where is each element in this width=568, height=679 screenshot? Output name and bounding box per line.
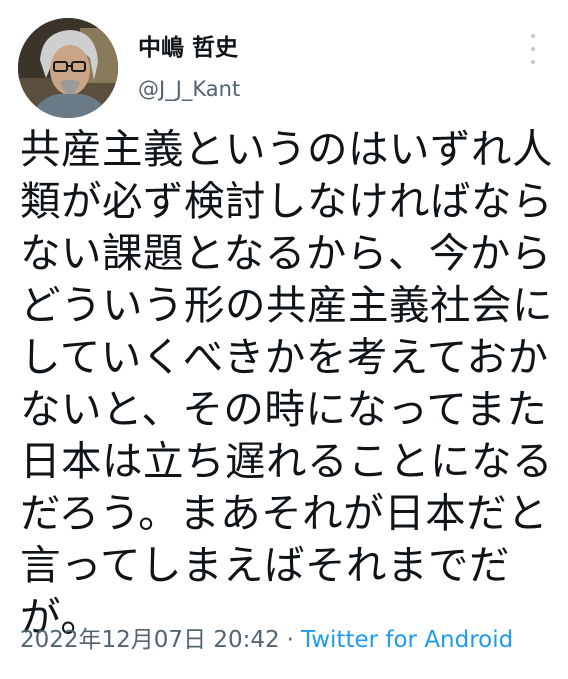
tweet-text-line: どういう形の共産主義社会に bbox=[20, 281, 553, 329]
avatar-image bbox=[18, 18, 118, 118]
tweet-text: 共産主義というのはいずれ人 類が必ず検討しなければなら ない課題となるから、今か… bbox=[20, 123, 560, 643]
tweet-text-line: ない課題となるから、今から bbox=[20, 229, 552, 277]
tweet-text-line: 共産主義というのはいずれ人 bbox=[20, 125, 553, 173]
meta-separator: · bbox=[286, 627, 294, 653]
tweet-text-line: 類が必ず検討しなければなら bbox=[20, 177, 553, 225]
tweet-card: 中嶋 哲史 @J_J_Kant 共産主義というのはいずれ人 類が必ず検討しなけれ… bbox=[0, 0, 568, 679]
tweet-text-line: だろう。まあそれが日本だと bbox=[20, 489, 549, 537]
tweet-text-line: ないと、その時になってまた bbox=[20, 385, 548, 433]
display-name[interactable]: 中嶋 哲史 bbox=[138, 34, 238, 62]
tweet-source-link[interactable]: Twitter for Android bbox=[301, 627, 513, 653]
tweet-text-line: 日本は立ち遅れることになる bbox=[20, 437, 553, 485]
tweet-timestamp[interactable]: 2022年12月07日 20:42 bbox=[20, 627, 280, 653]
avatar[interactable] bbox=[18, 18, 118, 118]
more-vertical-icon[interactable] bbox=[523, 34, 543, 64]
more-dot bbox=[531, 34, 535, 38]
more-dot bbox=[531, 60, 535, 64]
more-dot bbox=[531, 47, 535, 51]
tweet-meta: 2022年12月07日 20:42 · Twitter for Android bbox=[20, 625, 513, 655]
tweet-text-line: 言ってしまえばそれまでだ bbox=[20, 541, 510, 589]
tweet-text-line: していくべきかを考えておか bbox=[20, 333, 549, 381]
user-handle[interactable]: @J_J_Kant bbox=[138, 76, 240, 102]
